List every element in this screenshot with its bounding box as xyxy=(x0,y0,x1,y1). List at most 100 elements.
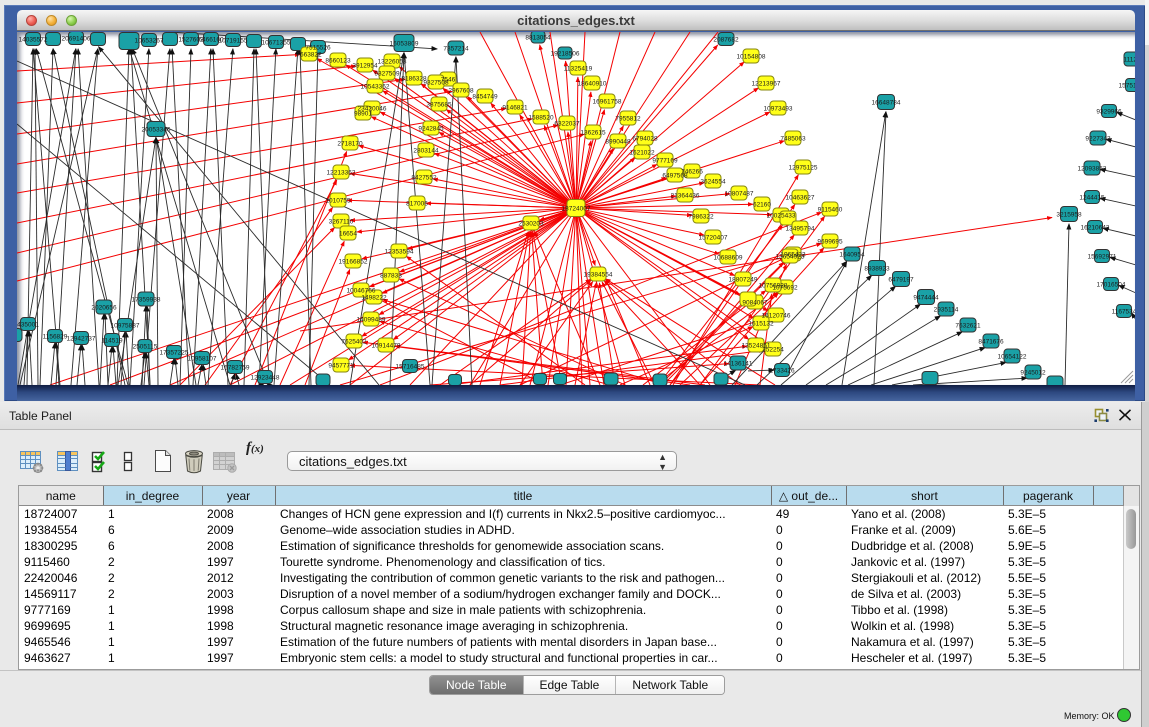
svg-text:1640954: 1640954 xyxy=(839,251,865,258)
svg-text:1362615: 1362615 xyxy=(580,129,606,136)
svg-text:1733426: 1733426 xyxy=(769,367,795,374)
svg-text:435001: 435001 xyxy=(17,321,39,328)
svg-text:10653267: 10653267 xyxy=(135,37,164,44)
svg-text:16654: 16654 xyxy=(339,230,357,237)
svg-text:2087682: 2087682 xyxy=(713,36,739,43)
svg-text:6794028: 6794028 xyxy=(632,135,658,142)
svg-text:12975125: 12975125 xyxy=(789,164,818,171)
svg-text:15716485: 15716485 xyxy=(396,363,425,370)
svg-text:10914479: 10914479 xyxy=(372,342,401,349)
svg-text:10154808: 10154808 xyxy=(737,53,766,60)
svg-text:8938923: 8938923 xyxy=(864,265,890,272)
svg-text:8660123: 8660123 xyxy=(325,57,351,64)
svg-text:7515526: 7515526 xyxy=(305,44,331,51)
svg-text:1588520: 1588520 xyxy=(528,114,554,121)
svg-text:16120746: 16120746 xyxy=(762,312,791,319)
svg-text:9777169: 9777169 xyxy=(652,157,678,164)
svg-text:10463627: 10463627 xyxy=(786,194,815,201)
svg-text:1156829: 1156829 xyxy=(43,333,68,340)
svg-text:1498222: 1498222 xyxy=(361,294,387,301)
svg-text:887833: 887833 xyxy=(380,272,402,279)
svg-text:7663822: 7663822 xyxy=(296,51,322,58)
svg-text:12353594: 12353594 xyxy=(385,248,414,255)
svg-text:17016504: 17016504 xyxy=(1097,281,1126,288)
svg-text:9474444: 9474444 xyxy=(913,294,939,301)
svg-text:20053346: 20053346 xyxy=(142,126,171,133)
svg-text:8427552: 8427552 xyxy=(411,174,437,181)
svg-text:18807249: 18807249 xyxy=(729,276,758,283)
svg-text:10973493: 10973493 xyxy=(764,105,793,112)
svg-text:1167534: 1167534 xyxy=(1112,308,1135,315)
svg-text:2935114: 2935114 xyxy=(934,306,959,313)
svg-text:1615132: 1615132 xyxy=(748,320,774,327)
svg-text:12213362: 12213362 xyxy=(327,169,356,176)
svg-text:10756928: 10756928 xyxy=(759,282,788,289)
svg-text:3215958: 3215958 xyxy=(1056,211,1082,218)
svg-text:2530203: 2530203 xyxy=(518,220,544,227)
svg-text:16648784: 16648784 xyxy=(872,99,901,106)
svg-text:746266: 746266 xyxy=(681,168,703,175)
svg-text:16210643: 16210643 xyxy=(1081,224,1110,231)
svg-text:7955812: 7955812 xyxy=(615,115,641,122)
svg-text:10654122: 10654122 xyxy=(998,353,1027,360)
svg-text:3875685: 3875685 xyxy=(426,101,452,108)
svg-text:7632621: 7632621 xyxy=(955,322,981,329)
svg-text:10671355: 10671355 xyxy=(262,39,291,46)
svg-text:20691406: 20691406 xyxy=(62,35,91,42)
svg-text:12213967: 12213967 xyxy=(752,80,781,87)
svg-text:9084067: 9084067 xyxy=(742,299,768,306)
svg-text:18724007: 18724007 xyxy=(562,205,591,212)
svg-text:7986322: 7986322 xyxy=(688,213,714,220)
svg-text:16961758: 16961758 xyxy=(593,98,622,105)
svg-text:62160: 62160 xyxy=(753,201,771,208)
svg-text:8471676: 8471676 xyxy=(978,338,1004,345)
svg-text:12923448: 12923448 xyxy=(251,374,280,381)
svg-text:3267110: 3267110 xyxy=(329,218,354,225)
svg-text:9329966: 9329966 xyxy=(1096,108,1122,115)
svg-text:8454749: 8454749 xyxy=(472,93,498,100)
svg-text:9242845: 9242845 xyxy=(418,125,444,132)
svg-text:2718170: 2718170 xyxy=(337,140,363,147)
svg-text:9146821: 9146821 xyxy=(502,104,528,111)
svg-text:18640910: 18640910 xyxy=(578,80,607,87)
svg-text:1244415: 1244415 xyxy=(1079,194,1105,201)
svg-text:10046766: 10046766 xyxy=(347,287,376,294)
svg-text:9327509: 9327509 xyxy=(374,70,400,77)
svg-text:13654923: 13654923 xyxy=(776,253,805,260)
svg-text:10025433: 10025433 xyxy=(767,212,796,219)
svg-text:8813054: 8813054 xyxy=(525,34,551,41)
svg-text:1621022: 1621022 xyxy=(629,149,655,156)
svg-text:14136141: 14136141 xyxy=(724,360,753,367)
svg-text:2020656: 2020656 xyxy=(91,304,117,311)
svg-text:16053809: 16053809 xyxy=(390,40,419,47)
svg-text:1010755: 1010755 xyxy=(325,197,351,204)
svg-text:11127: 11127 xyxy=(1123,56,1135,63)
svg-text:6322037: 6322037 xyxy=(554,120,580,127)
svg-text:10958107: 10958107 xyxy=(188,355,217,362)
svg-text:11325419: 11325419 xyxy=(564,65,593,72)
svg-text:10807487: 10807487 xyxy=(725,190,754,197)
svg-text:817006: 817006 xyxy=(406,200,428,207)
svg-text:10688609: 10688609 xyxy=(714,254,743,261)
svg-text:17359938: 17359938 xyxy=(132,296,161,303)
svg-text:7625402: 7625402 xyxy=(341,338,367,345)
svg-text:8990448: 8990448 xyxy=(605,138,631,145)
svg-text:98901: 98901 xyxy=(354,110,372,117)
svg-text:3912954: 3912954 xyxy=(352,62,378,69)
svg-text:9115460: 9115460 xyxy=(818,206,843,213)
svg-text:9457771: 9457771 xyxy=(328,362,354,369)
svg-text:2967608: 2967608 xyxy=(448,87,474,94)
svg-text:15720407: 15720407 xyxy=(699,234,728,241)
svg-text:10543362: 10543362 xyxy=(361,83,390,90)
svg-text:15751074: 15751074 xyxy=(1119,82,1135,89)
svg-text:252254: 252254 xyxy=(762,346,784,353)
svg-text:19218506: 19218506 xyxy=(551,50,580,57)
svg-text:19384554: 19384554 xyxy=(584,271,613,278)
svg-text:17357225: 17357225 xyxy=(160,349,189,356)
svg-text:114519: 114519 xyxy=(101,337,123,344)
svg-text:3624554: 3624554 xyxy=(700,178,726,185)
svg-text:15692971: 15692971 xyxy=(1088,253,1117,260)
svg-text:10719155: 10719155 xyxy=(219,37,248,44)
svg-text:14099489: 14099489 xyxy=(357,316,386,323)
svg-text:13495794: 13495794 xyxy=(786,225,815,232)
